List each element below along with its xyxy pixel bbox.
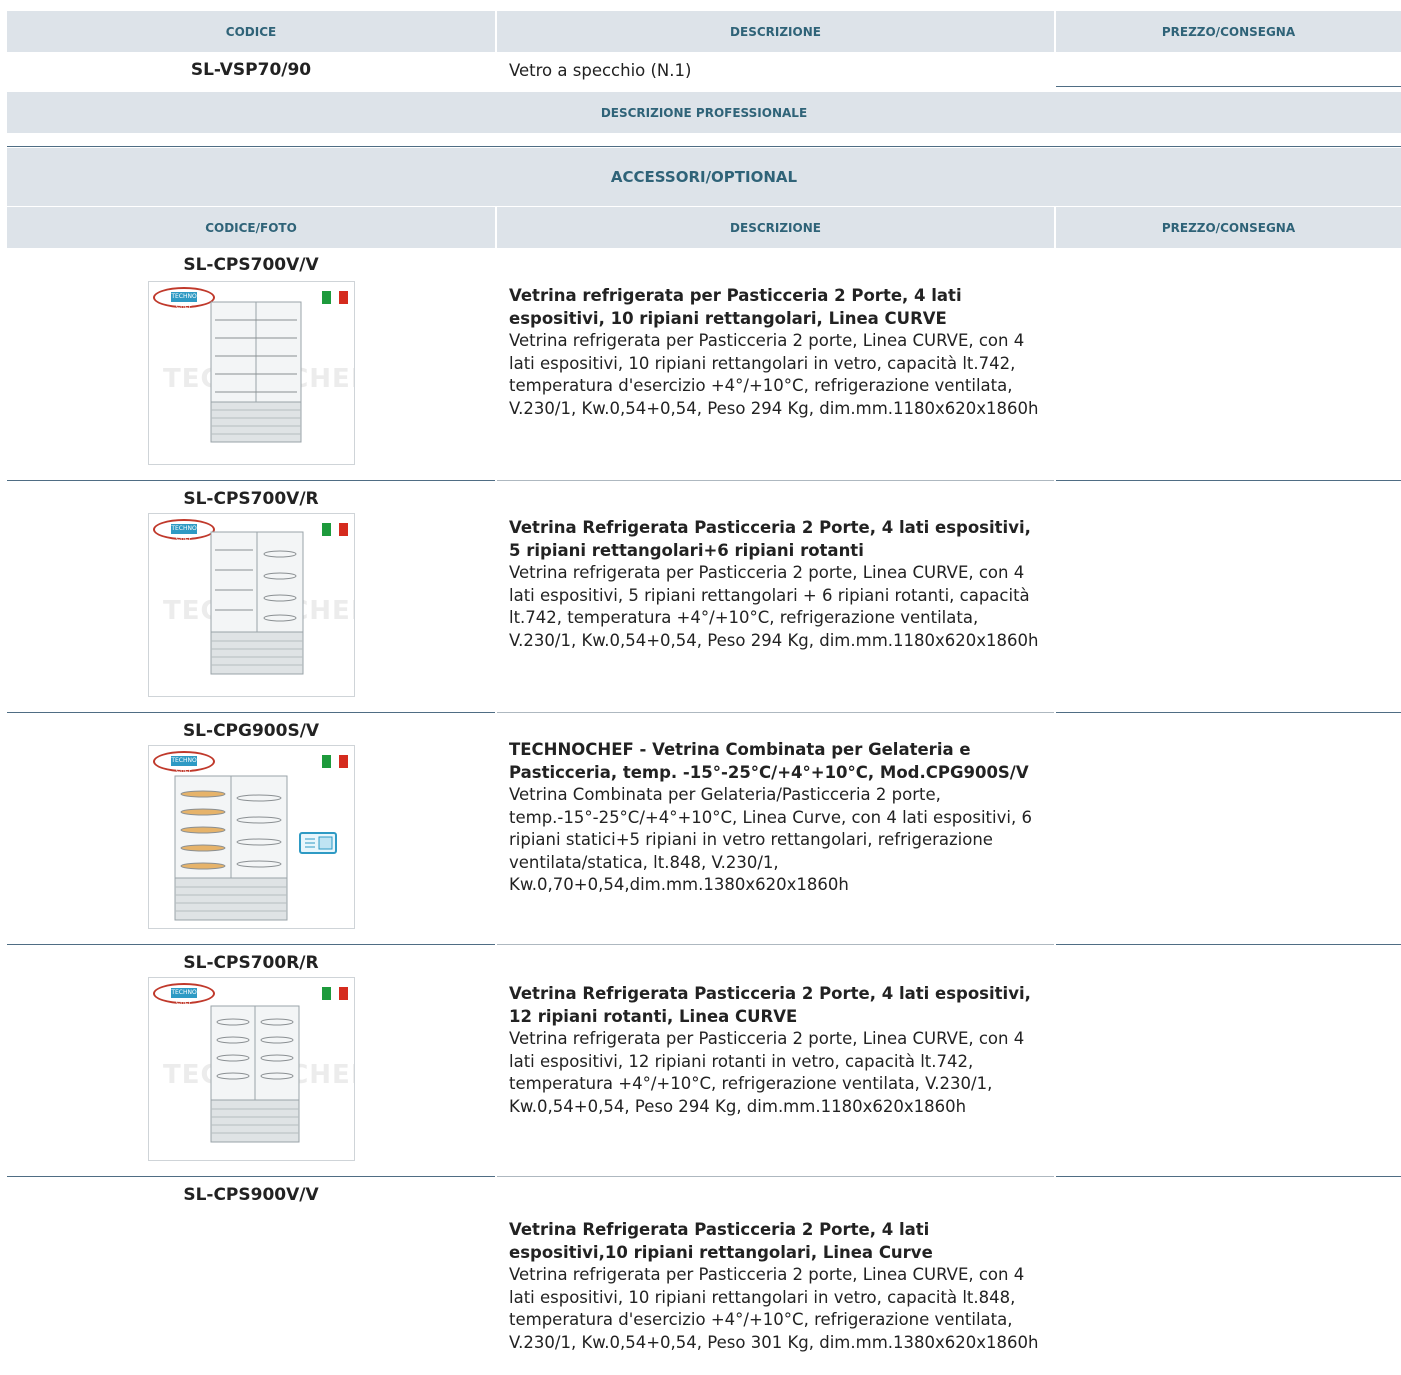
accessory-title[interactable]: TECHNOCHEF - Vetrina Combinata per Gelat… [509, 739, 1045, 784]
display-case-image [210, 301, 302, 443]
header-code: CODICE [7, 11, 495, 52]
accessories-title: ACCESSORI/OPTIONAL [7, 148, 1401, 206]
accessory-description: TECHNOCHEF - Vetrina Combinata per Gelat… [509, 739, 1045, 897]
display-case-image [210, 531, 304, 675]
accessory-photo[interactable]: TECHNO CHEF TECHNOCHEF.IT [148, 977, 355, 1161]
accessory-code[interactable]: SL-CPG900S/V [7, 721, 495, 741]
header-description: DESCRIZIONE [497, 11, 1054, 52]
accessory-title[interactable]: Vetrina Refrigerata Pasticceria 2 Porte,… [509, 517, 1045, 562]
row-separator [1056, 1176, 1401, 1177]
accessory-code[interactable]: SL-CPS700R/R [7, 953, 495, 973]
row-separator [7, 712, 495, 713]
row-separator [7, 1176, 495, 1177]
acc-header-code-photo: CODICE/FOTO [7, 207, 495, 248]
accessory-description: Vetrina Refrigerata Pasticceria 2 Porte,… [509, 517, 1045, 652]
section-separator [7, 146, 1401, 147]
header-price: PREZZO/CONSEGNA [1056, 11, 1401, 52]
display-case-image [210, 1005, 300, 1143]
row-separator [1056, 480, 1401, 481]
row-separator [1056, 712, 1401, 713]
accessory-title[interactable]: Vetrina refrigerata per Pasticceria 2 Po… [509, 285, 1045, 330]
accessory-text: Vetrina Combinata per Gelateria/Pasticce… [509, 785, 1032, 894]
accessory-description: Vetrina refrigerata per Pasticceria 2 Po… [509, 285, 1045, 420]
row-separator [497, 480, 1054, 481]
accessory-text: Vetrina refrigerata per Pasticceria 2 po… [509, 1265, 1039, 1352]
accessory-code[interactable]: SL-CPS700V/R [7, 489, 495, 509]
row-separator [497, 944, 1054, 945]
accessory-photo[interactable]: TECHNO CHEF TECHNOCHEF.IT [148, 513, 355, 697]
accessory-text: Vetrina refrigerata per Pasticceria 2 po… [509, 1029, 1025, 1116]
row-separator [497, 712, 1054, 713]
accessory-photo[interactable]: TECHNO CHEF TECHNOCHEF.IT [148, 281, 355, 465]
product-description: Vetro a specchio (N.1) [509, 61, 692, 80]
acc-header-description: DESCRIZIONE [497, 207, 1054, 248]
acc-header-price: PREZZO/CONSEGNA [1056, 207, 1401, 248]
professional-description-header[interactable]: DESCRIZIONE PROFESSIONALE [7, 92, 1401, 133]
row-separator [7, 480, 495, 481]
accessory-text: Vetrina refrigerata per Pasticceria 2 po… [509, 563, 1039, 650]
accessory-title[interactable]: Vetrina Refrigerata Pasticceria 2 Porte,… [509, 983, 1045, 1028]
row-separator [7, 944, 495, 945]
refrigeration-icon [299, 832, 337, 854]
accessory-code[interactable]: SL-CPS900V/V [7, 1185, 495, 1205]
row-separator [497, 1176, 1054, 1177]
accessory-description: Vetrina Refrigerata Pasticceria 2 Porte,… [509, 983, 1045, 1118]
row-separator [1056, 86, 1401, 87]
accessory-title[interactable]: Vetrina Refrigerata Pasticceria 2 Porte,… [509, 1219, 1045, 1264]
accessory-text: Vetrina refrigerata per Pasticceria 2 po… [509, 331, 1039, 418]
accessory-code[interactable]: SL-CPS700V/V [7, 255, 495, 275]
accessory-description: Vetrina Refrigerata Pasticceria 2 Porte,… [509, 1219, 1045, 1354]
row-separator [1056, 944, 1401, 945]
accessory-photo[interactable]: TECHNO CHEF [148, 745, 355, 929]
product-code: SL-VSP70/90 [190, 60, 312, 80]
